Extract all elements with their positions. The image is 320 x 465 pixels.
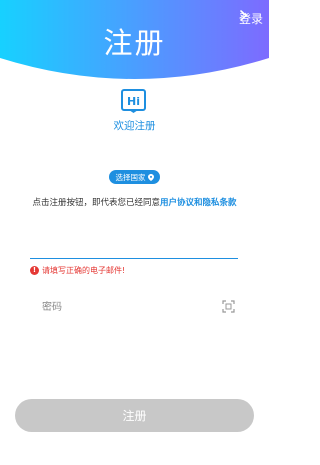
login-link[interactable]: 登录 bbox=[239, 10, 263, 27]
error-icon: ! bbox=[30, 266, 39, 275]
country-selector-button[interactable]: 选择国家 bbox=[109, 170, 160, 184]
register-button[interactable]: 注册 bbox=[15, 399, 254, 432]
header-banner: 注册 登录 bbox=[0, 0, 269, 82]
agreement-notice: 点击注册按钮，即代表您已经同意用户协议和隐私条款 bbox=[0, 196, 269, 208]
chevron-right-icon bbox=[240, 10, 248, 21]
country-selector-label: 选择国家 bbox=[115, 172, 146, 182]
terms-privacy-link[interactable]: 用户协议和隐私条款 bbox=[160, 198, 237, 208]
email-error-message: 请填写正确的电子邮件! bbox=[42, 266, 126, 275]
email-field[interactable] bbox=[30, 236, 238, 259]
hi-logo-icon: Hi bbox=[121, 89, 146, 113]
page-title: 注册 bbox=[103, 26, 166, 60]
email-error: ! 请填写正确的电子邮件! bbox=[30, 265, 125, 276]
logo-text: Hi bbox=[127, 95, 140, 108]
scan-icon[interactable] bbox=[222, 300, 235, 313]
agreement-prefix: 点击注册按钮，即代表您已经同意 bbox=[32, 198, 160, 208]
location-pin-icon bbox=[147, 173, 154, 181]
welcome-text: 欢迎注册 bbox=[113, 120, 156, 132]
password-field[interactable] bbox=[42, 297, 212, 317]
